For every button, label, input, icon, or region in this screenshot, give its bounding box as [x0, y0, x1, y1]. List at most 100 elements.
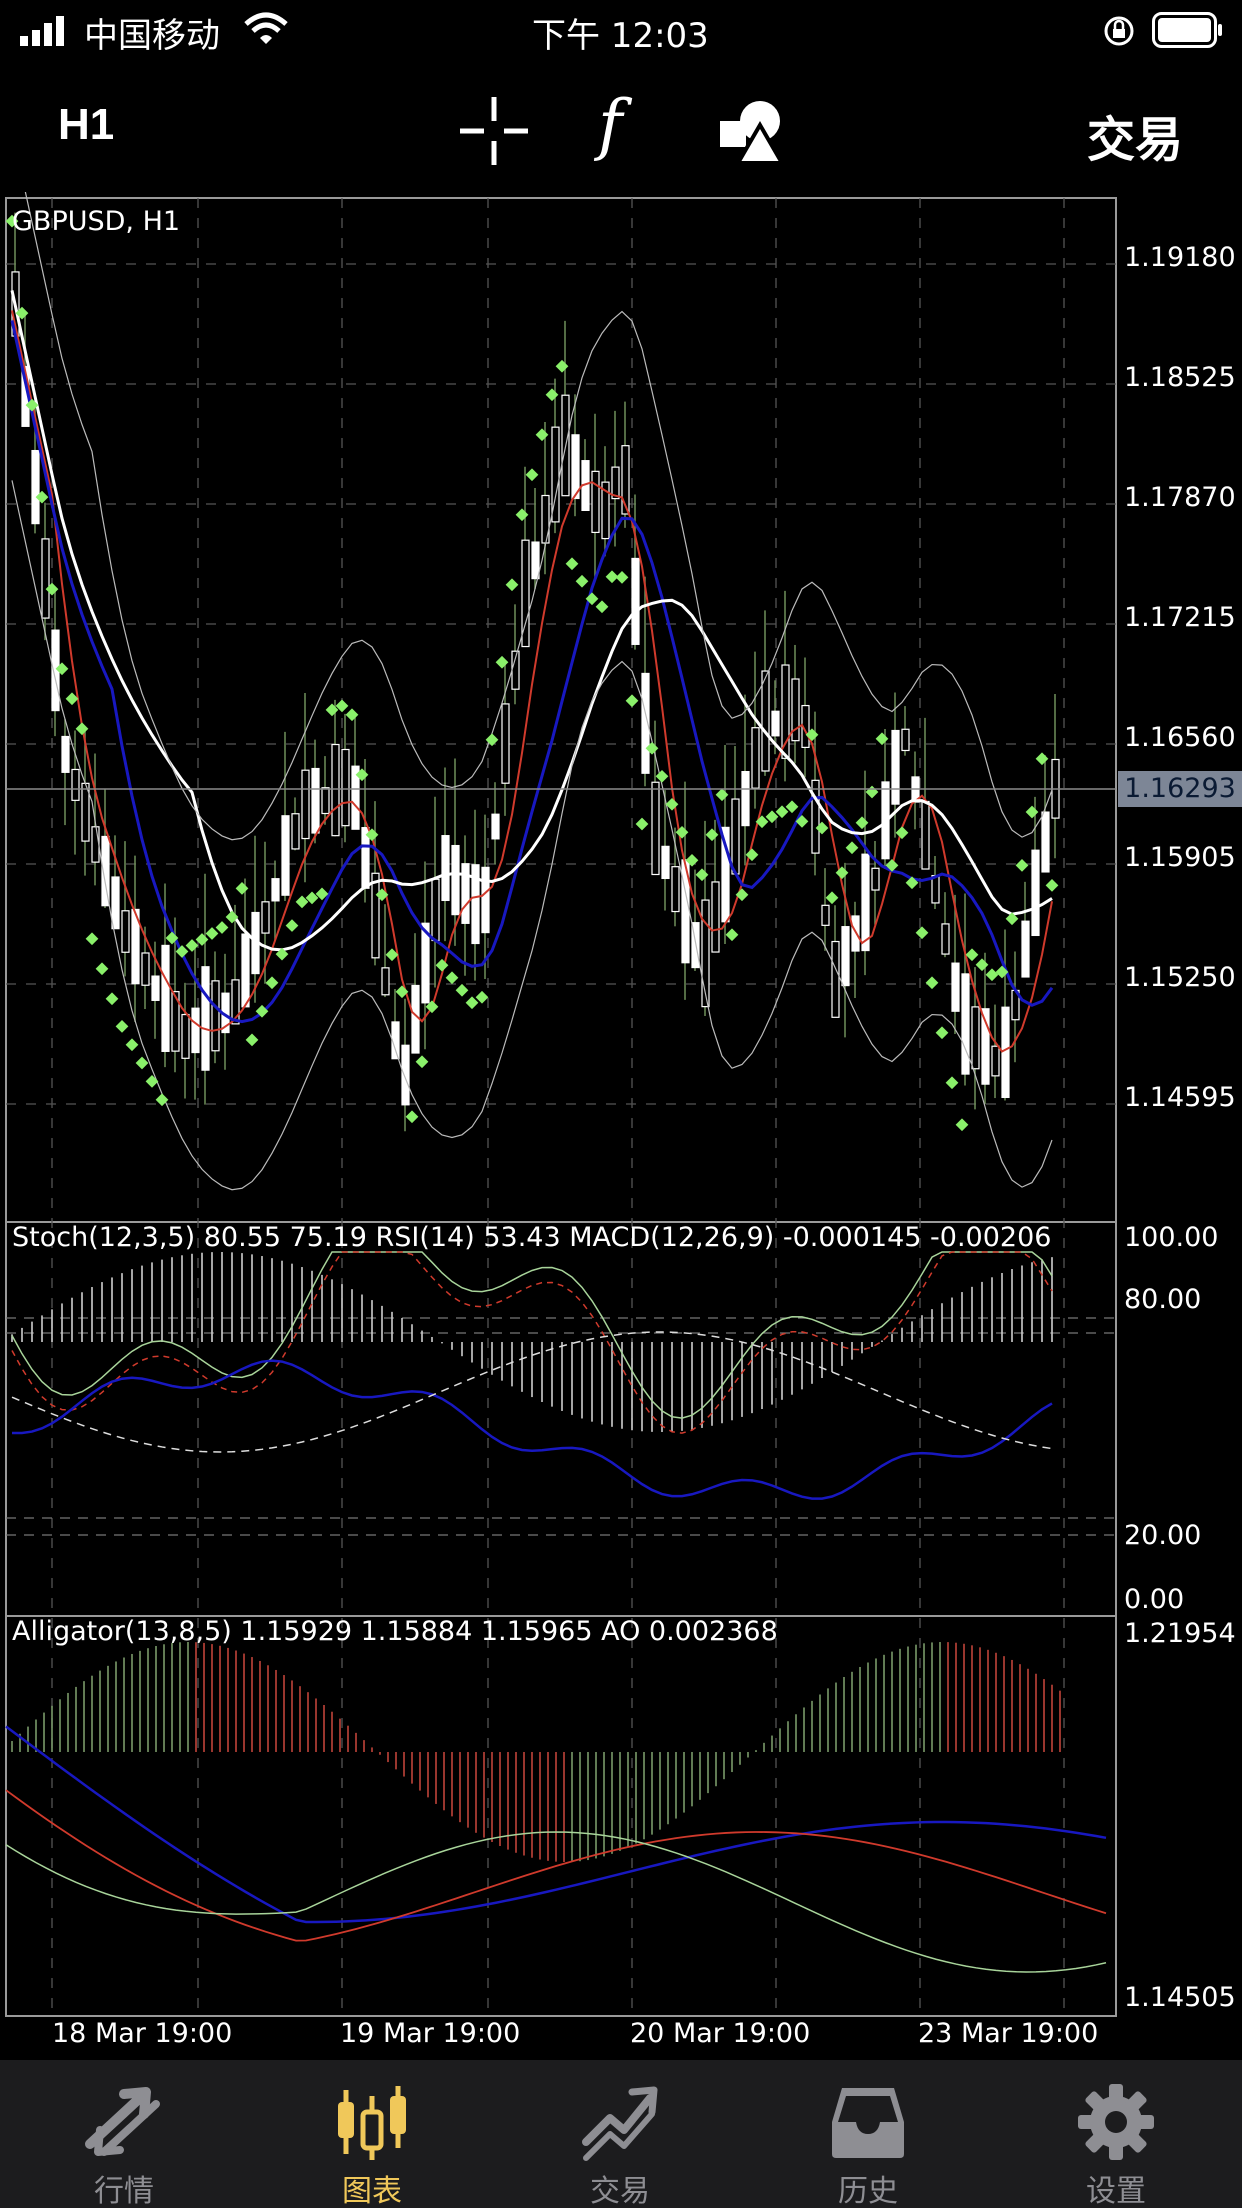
candle — [441, 835, 450, 902]
candle — [261, 901, 270, 934]
candle — [461, 863, 470, 924]
price-label: 1.19180 — [1124, 242, 1236, 273]
price-label: 1.18525 — [1124, 362, 1236, 393]
chart-candles-icon — [338, 2086, 406, 2160]
sar-dot — [975, 958, 989, 972]
price-chart-canvas[interactable] — [0, 192, 1242, 2060]
candle — [391, 1021, 400, 1060]
candle — [161, 944, 170, 1052]
crosshair-icon[interactable] — [458, 95, 530, 167]
sar-dot — [505, 578, 519, 592]
indicators-function-button[interactable]: f — [598, 86, 622, 163]
time-axis-label: 20 Mar 19:00 — [630, 2018, 811, 2049]
candle — [481, 866, 490, 934]
time-axis-label: 18 Mar 19:00 — [52, 2018, 233, 2049]
sar-dot — [435, 958, 449, 972]
sar-dot — [955, 1118, 969, 1132]
candle — [971, 1006, 980, 1070]
candle — [901, 728, 910, 752]
candle — [301, 769, 310, 840]
candle — [111, 876, 120, 930]
objects-shapes-icon[interactable] — [716, 95, 788, 167]
ma-blue-line — [10, 320, 1054, 1024]
symbol-label: GBPUSD, H1 — [12, 206, 181, 237]
stoch-level-label: 20.00 — [1124, 1520, 1202, 1551]
stochastic-plot — [11, 1251, 1053, 1500]
candle — [491, 813, 500, 840]
candle — [211, 980, 220, 1052]
sar-dot — [285, 919, 299, 932]
candle — [181, 1013, 190, 1059]
history-inbox-icon — [832, 2088, 904, 2158]
settings-gear-icon — [1078, 2084, 1154, 2160]
sar-dot — [535, 428, 549, 442]
tab-settings[interactable]: 设置 — [992, 2060, 1240, 2208]
candle — [891, 729, 900, 805]
candle — [31, 449, 40, 525]
sar-dot — [945, 1076, 959, 1090]
candle — [811, 779, 820, 854]
sar-dot — [115, 1020, 129, 1033]
tab-chart[interactable]: 图表 — [248, 2060, 496, 2208]
tab-label: 设置 — [1086, 2174, 1146, 2208]
tab-history[interactable]: 历史 — [744, 2060, 992, 2208]
sar-dot — [475, 990, 489, 1004]
sar-dot — [595, 600, 609, 614]
sar-dot — [265, 976, 279, 990]
sar-dot — [855, 816, 869, 830]
sar-dot — [245, 1033, 259, 1047]
candle — [531, 541, 540, 580]
trade-trend-icon — [582, 2086, 658, 2161]
candle — [751, 727, 760, 789]
tab-label: 图表 — [342, 2174, 402, 2208]
candle — [311, 767, 320, 834]
sar-dot — [915, 926, 929, 940]
time-axis-label: 23 Mar 19:00 — [918, 2018, 1099, 2049]
candle — [941, 923, 950, 955]
sar-dot — [995, 965, 1009, 979]
sar-dot — [625, 694, 639, 708]
candle — [1031, 849, 1040, 937]
chart-area[interactable] — [0, 192, 1242, 2060]
price-label: 1.15250 — [1124, 962, 1236, 993]
sar-dot — [635, 817, 649, 831]
sar-dot — [555, 359, 569, 373]
current-price-badge: 1.16293 — [1118, 771, 1242, 807]
candle — [991, 1045, 1000, 1077]
trade-button[interactable]: 交易 — [1087, 100, 1183, 170]
candle — [1001, 1006, 1010, 1099]
price-label: 1.14595 — [1124, 1082, 1236, 1113]
timeframe-button[interactable]: H1 — [58, 100, 114, 150]
stoch-level-label: 100.00 — [1124, 1222, 1219, 1253]
sar-dot — [695, 868, 709, 882]
sar-dot — [925, 976, 939, 990]
candle — [241, 933, 250, 1008]
tab-trade[interactable]: 交易 — [496, 2060, 744, 2208]
candle — [121, 910, 130, 953]
alligator-level-label: 1.21954 — [1124, 1618, 1236, 1649]
sar-dot — [125, 1038, 139, 1052]
rotation-lock-icon — [1104, 16, 1134, 46]
signal-icon — [20, 16, 64, 46]
sar-dot — [1025, 805, 1039, 819]
candle — [451, 844, 460, 916]
price-label: 1.16560 — [1124, 722, 1236, 753]
candle — [371, 872, 380, 959]
sar-dot — [895, 826, 909, 840]
candle — [661, 845, 670, 880]
candle — [861, 853, 870, 952]
sar-dot — [1045, 879, 1059, 892]
tab-quotes[interactable]: 行情 — [0, 2060, 248, 2208]
wifi-icon — [244, 12, 288, 44]
stoch-header: Stoch(12,3,5) 80.55 75.19 RSI(14) 53.43 … — [12, 1222, 1052, 1253]
sar-dot — [705, 828, 719, 842]
sar-dot — [95, 962, 109, 976]
sar-dot — [515, 508, 529, 522]
candle — [281, 815, 290, 896]
candle — [711, 881, 720, 953]
candle — [381, 967, 390, 996]
sar-dot — [235, 882, 249, 895]
sar-dot — [85, 932, 99, 946]
price-label: 1.15905 — [1124, 842, 1236, 873]
sar-dot — [575, 574, 589, 588]
